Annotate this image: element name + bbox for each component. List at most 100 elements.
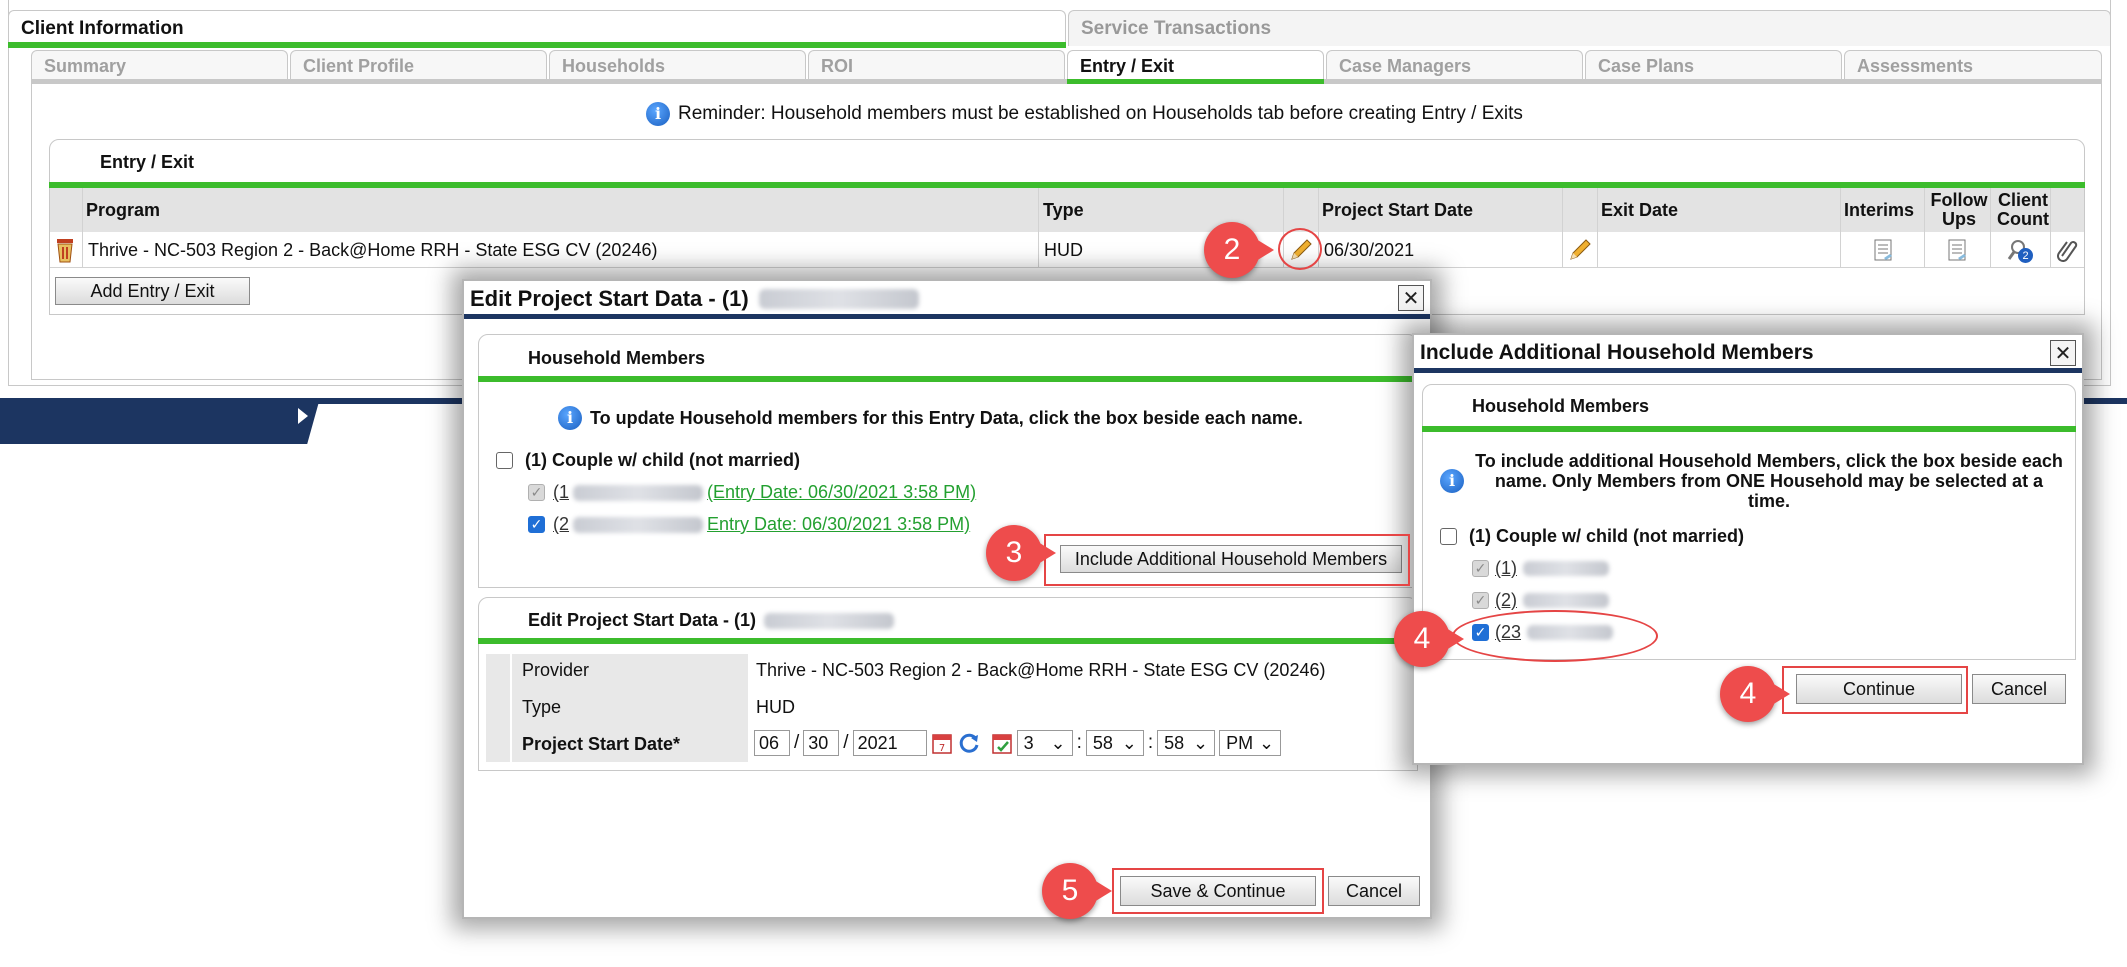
project-start-date-label: Project Start Date* [522, 734, 681, 754]
ampm-value: PM [1226, 732, 1254, 753]
member-2-checkbox[interactable]: ✓ [528, 516, 545, 533]
tab-case-managers[interactable]: Case Managers [1326, 50, 1583, 80]
info-icon: i [558, 406, 582, 430]
close-icon[interactable]: ✕ [2050, 340, 2076, 366]
callout-5: 5 [1042, 863, 1112, 919]
provider-label: Provider [522, 660, 590, 680]
close-icon[interactable]: ✕ [1398, 285, 1424, 311]
household-members-header: Household Members [528, 348, 706, 368]
tab-label: Entry / Exit [1080, 56, 1175, 76]
hour-select[interactable]: 3 ⌄ [1016, 730, 1073, 756]
col-program: Program [86, 200, 161, 220]
interims-icon[interactable] [1870, 237, 1896, 263]
highlight-box [1782, 666, 1968, 714]
nav-bar [0, 398, 320, 444]
household-group-row: (1) Couple w/ child (not married) [496, 450, 800, 471]
member-1-checkbox[interactable]: ✓ [528, 484, 545, 501]
second-select[interactable]: 58 ⌄ [1157, 730, 1216, 756]
row-indicator-strip [486, 654, 510, 762]
type-value: HUD [756, 697, 795, 717]
include-member-row-1: ✓ (1) [1472, 558, 1609, 579]
dialog-title-rule [1414, 368, 2082, 373]
type-label: Type [522, 697, 562, 717]
chevron-right-icon[interactable] [298, 408, 308, 424]
add-entry-exit-button[interactable]: Add Entry / Exit [55, 277, 250, 305]
tab-households[interactable]: Households [549, 50, 806, 80]
household-info-text: To update Household members for this Ent… [590, 407, 1303, 428]
member-1-prefix[interactable]: (1 [553, 482, 569, 503]
member-2-prefix[interactable]: (2 [553, 514, 569, 535]
project-start-date-inputs: 06 / 30 / 2021 7 3 ⌄ : 58 ⌄ : 58 ⌄ PM ⌄ [754, 730, 1282, 756]
ampm-select[interactable]: PM ⌄ [1219, 730, 1282, 756]
tab-assessments[interactable]: Assessments [1844, 50, 2102, 80]
follow-ups-icon[interactable] [1944, 237, 1970, 263]
household-group-checkbox[interactable] [496, 452, 513, 469]
callout-4-continue: 4 [1720, 666, 1790, 722]
section-green-bar [1422, 426, 2076, 432]
section-green-bar [478, 376, 1418, 382]
day-input[interactable]: 30 [803, 730, 840, 756]
redacted-member-name [1523, 561, 1609, 576]
second-value: 58 [1164, 732, 1185, 753]
edit-dialog-title: Edit Project Start Data - (1) [470, 286, 919, 312]
tab-roi[interactable]: ROI [808, 50, 1065, 80]
month-input[interactable]: 06 [754, 730, 790, 756]
include-info-text: To include additional Household Members,… [1475, 451, 2063, 511]
cancel-button[interactable]: Cancel [1328, 876, 1420, 906]
trash-icon[interactable] [54, 236, 76, 264]
tab-entry-exit[interactable]: Entry / Exit [1067, 50, 1324, 80]
edit-start-data-header: Edit Project Start Data - (1) [528, 610, 895, 631]
highlight-box [1044, 534, 1410, 586]
tab-label: Case Plans [1598, 56, 1695, 76]
col-follow-ups: Follow Ups [1930, 190, 1988, 229]
refresh-icon[interactable] [957, 731, 981, 755]
highlight-ellipse [1278, 228, 1322, 270]
client-count-icon[interactable]: 2 [2006, 237, 2034, 265]
tab-service-transactions[interactable]: Service Transactions [1068, 10, 2111, 46]
year-input[interactable]: 2021 [852, 730, 927, 756]
tab-client-profile[interactable]: Client Profile [290, 50, 547, 80]
redacted-member-name [573, 516, 704, 533]
cancel-button[interactable]: Cancel [1972, 674, 2066, 704]
redacted-member-name [573, 484, 704, 501]
include-member-2-checkbox[interactable]: ✓ [1472, 592, 1489, 609]
include-member-1-checkbox[interactable]: ✓ [1472, 560, 1489, 577]
col-type: Type [1043, 200, 1084, 220]
tab-label: ROI [821, 56, 854, 76]
col-exit-date: Exit Date [1601, 200, 1679, 220]
paperclip-icon[interactable] [2054, 236, 2080, 264]
col-client-count: Client Count [1997, 190, 2049, 229]
reminder-message: i Reminder: Household members must be es… [646, 100, 1523, 128]
member-2-entry-link[interactable]: Entry Date: 06/30/2021 3:58 PM) [707, 514, 970, 535]
section-green-bar [478, 638, 1418, 644]
dialog-title-rule [464, 314, 1430, 319]
svg-text:7: 7 [938, 743, 944, 754]
tab-label: Assessments [1857, 56, 1974, 76]
time-separator: : [1076, 732, 1082, 753]
panel-title: Entry / Exit [100, 152, 195, 172]
program-type: HUD [1044, 240, 1083, 260]
household-info: i To update Household members for this E… [558, 406, 1303, 430]
minute-select[interactable]: 58 ⌄ [1085, 730, 1144, 756]
tab-summary[interactable]: Summary [31, 50, 288, 80]
member-1-entry-link[interactable]: (Entry Date: 06/30/2021 3:58 PM) [707, 482, 976, 503]
highlight-box [1112, 868, 1324, 914]
tab-label: Client Information [21, 18, 184, 39]
include-member-1-prefix[interactable]: (1) [1495, 558, 1517, 579]
edit-exit-pencil-icon[interactable] [1567, 237, 1593, 263]
info-icon: i [646, 102, 670, 126]
col-interims: Interims [1844, 200, 1915, 220]
household-group-label: (1) Couple w/ child (not married) [525, 450, 801, 470]
redacted-client-name [764, 612, 895, 629]
tab-case-plans[interactable]: Case Plans [1585, 50, 1842, 80]
include-group-checkbox[interactable] [1440, 528, 1457, 545]
redacted-member-name [1523, 593, 1609, 608]
tab-client-information[interactable]: Client Information [8, 10, 1066, 46]
redacted-client-name [758, 289, 919, 309]
tab-label: Service Transactions [1081, 18, 1272, 39]
calendar-icon[interactable]: 7 [931, 731, 953, 755]
calendar-time-icon[interactable] [991, 731, 1013, 755]
tab-label: Households [562, 56, 666, 76]
include-member-2-prefix[interactable]: (2) [1495, 590, 1517, 611]
provider-value: Thrive - NC-503 Region 2 - Back@Home RRH… [756, 660, 1326, 680]
